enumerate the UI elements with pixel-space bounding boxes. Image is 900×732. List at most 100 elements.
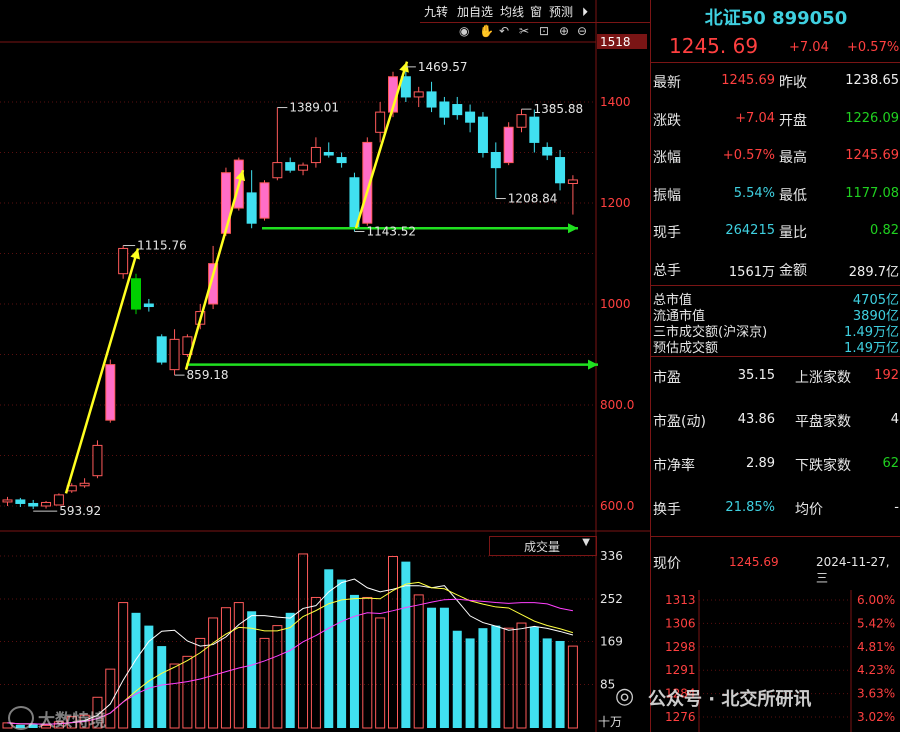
undo-icon[interactable]: ↶ xyxy=(499,24,509,38)
volume-bar xyxy=(272,625,283,729)
candle-body xyxy=(15,499,26,504)
collapse-icon[interactable]: ⏵ xyxy=(582,3,588,21)
volume-bar xyxy=(131,612,141,728)
zoom-out-icon[interactable]: ⊖ xyxy=(577,24,587,38)
candle-body xyxy=(298,164,309,171)
market-row: 总市值 4705亿 xyxy=(651,289,900,308)
quote-row-label-2: 金额 xyxy=(779,262,807,279)
candle xyxy=(490,142,501,199)
quote-change-pct: +0.57% xyxy=(847,40,900,55)
candle-body xyxy=(41,501,52,507)
wechat-icon: ◎ xyxy=(615,684,635,709)
stat-row-label: 市盈 xyxy=(653,370,681,386)
candle-body xyxy=(285,162,296,171)
volume-bar xyxy=(324,569,334,728)
candle xyxy=(426,81,437,113)
candle-body xyxy=(156,336,167,363)
window-button[interactable]: 窗 xyxy=(530,3,542,21)
quote-row-value-2: 1226.09 xyxy=(845,110,899,126)
candle xyxy=(169,329,180,376)
volume-tick-label: 336 xyxy=(600,549,623,563)
zoom-in-icon[interactable]: ⊕ xyxy=(559,24,569,38)
ma-line-button[interactable]: 均线 xyxy=(500,3,524,21)
volume-bar xyxy=(375,617,386,729)
volume-bar xyxy=(529,626,539,728)
stat-row: 市盈 35.15 上涨家数 192 xyxy=(651,367,900,387)
candle-body xyxy=(131,278,141,310)
candle-body xyxy=(529,116,540,143)
volume-bar xyxy=(118,602,129,729)
volume-bar xyxy=(285,612,295,728)
support-line-upper-head xyxy=(568,223,578,234)
volume-tick-label: 85 xyxy=(600,677,615,691)
candle xyxy=(92,440,103,479)
volume-bar xyxy=(413,594,424,729)
lock-icon[interactable]: ⊡ xyxy=(539,24,549,38)
jiuzhuan-button[interactable]: 九转 xyxy=(424,3,448,21)
candle xyxy=(567,175,578,215)
price-label: 593.92 xyxy=(59,504,101,518)
volume-tick-label: 169 xyxy=(600,634,623,648)
candle xyxy=(452,96,463,120)
volume-bar xyxy=(516,622,527,729)
mini-price-label: 1298 xyxy=(665,640,696,654)
price-label: 1389.01 xyxy=(289,101,339,115)
add-watch-button[interactable]: 加自选 xyxy=(457,3,493,21)
mini-price-label: 1291 xyxy=(665,663,696,677)
stat-row-value-2: 4 xyxy=(890,412,899,427)
candle-body xyxy=(336,157,347,164)
mini-pct-label: 4.23% xyxy=(857,663,895,677)
volume-bar xyxy=(567,645,578,729)
candle-body xyxy=(220,172,231,234)
stat-row-value-2: 62 xyxy=(882,456,899,471)
candle xyxy=(555,149,566,191)
dropdown-icon[interactable]: ▼ xyxy=(582,537,590,548)
stat-row: 市净率 2.89 下跌家数 62 xyxy=(651,455,900,475)
stat-row-value-2: - xyxy=(894,500,899,515)
quote-price: 1245. 69 xyxy=(669,34,759,58)
candle xyxy=(439,96,450,125)
quote-row-label: 振幅 xyxy=(653,187,681,204)
volume-bar xyxy=(362,596,373,729)
volume-bar xyxy=(157,646,167,728)
stat-row-label-2: 下跌家数 xyxy=(795,458,851,474)
volume-bar xyxy=(195,637,206,729)
volume-unit: 十万 xyxy=(598,715,623,729)
volume-tab-label: 成交量 xyxy=(524,540,561,554)
now-label: 现价 xyxy=(653,556,681,572)
candle xyxy=(246,170,257,229)
market-row-value: 1.49万亿 xyxy=(844,341,899,356)
candle xyxy=(285,157,296,173)
volume-axis: 336 252 169 85 xyxy=(600,549,623,691)
volume-bar xyxy=(427,607,437,728)
quote-row: 总手 1561万 金额 289.7亿 xyxy=(651,260,900,280)
quote-row-value-2: 1177.08 xyxy=(845,185,899,201)
mini-pct-label: 6.00% xyxy=(857,593,895,607)
market-row: 三市成交额(沪深京) 1.49万亿 xyxy=(651,321,900,340)
top-price-marker-label: 1518 xyxy=(600,35,631,49)
volume-bar xyxy=(503,627,514,729)
candle-body xyxy=(2,499,13,503)
toolbar: 九转 加自选 均线 窗 预测 ⏵ xyxy=(420,0,650,23)
quote-title: 北证50 899050 xyxy=(704,8,848,29)
quote-row-value: 1245.69 xyxy=(721,73,775,88)
volume-tab[interactable]: 成交量 ▼ xyxy=(489,536,597,556)
volume-bar xyxy=(310,596,321,729)
stat-row-value-2: 192 xyxy=(874,368,899,383)
stat-row-value: 2.89 xyxy=(746,456,775,471)
quote-row-value-2: 1245.69 xyxy=(845,148,899,163)
stat-row: 换手 21.85% 均价 - xyxy=(651,499,900,519)
candle xyxy=(310,137,321,168)
scissors-icon[interactable]: ✂ xyxy=(519,24,529,38)
forecast-button[interactable]: 预测 xyxy=(549,3,573,21)
price-label: 1115.76 xyxy=(137,239,187,253)
hand-icon[interactable]: ✋ xyxy=(479,24,494,38)
quote-row: 涨跌 +7.04 开盘 1226.09 xyxy=(651,110,900,130)
candle xyxy=(298,162,309,176)
price-label: 1385.88 xyxy=(534,102,584,116)
quote-row-label-2: 量比 xyxy=(779,225,807,241)
volume-bar xyxy=(259,637,270,729)
volume-bar xyxy=(439,607,449,728)
eye-icon[interactable]: ◉ xyxy=(459,24,469,38)
quote-row-value: 5.54% xyxy=(733,185,775,201)
